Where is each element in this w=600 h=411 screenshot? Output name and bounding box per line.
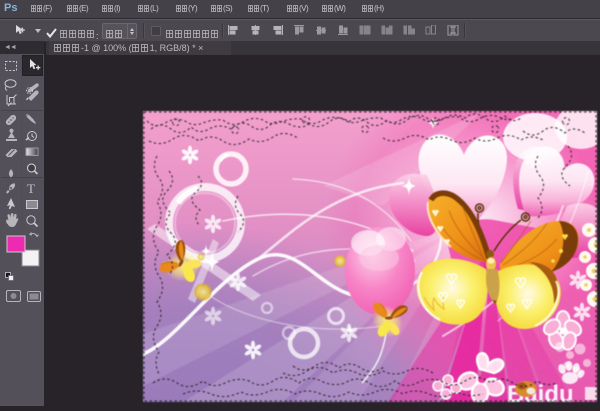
svg-text:T: T bbox=[27, 181, 35, 196]
